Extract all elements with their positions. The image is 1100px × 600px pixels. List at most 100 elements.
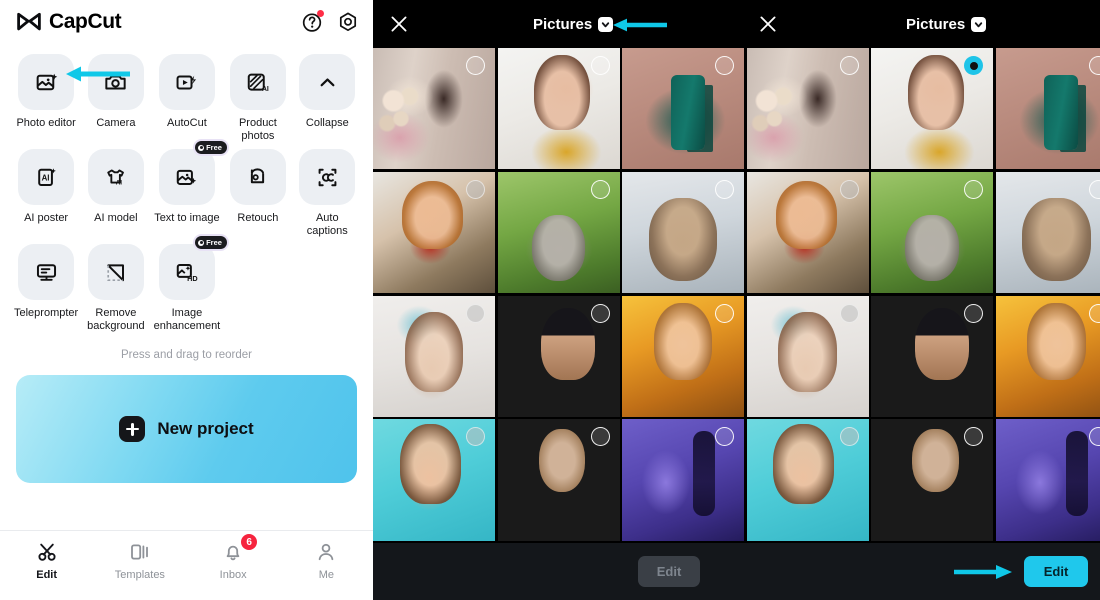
- tool-label: Teleprompter: [14, 307, 79, 319]
- templates-icon: [127, 539, 153, 565]
- photo-checkbox[interactable]: [715, 303, 734, 323]
- photo-cell[interactable]: [622, 171, 744, 293]
- help-icon[interactable]: [301, 10, 324, 33]
- tool-label: Retouch: [237, 212, 279, 224]
- auto-captions-icon: [299, 149, 356, 205]
- photo-thumbnail: [995, 419, 1100, 541]
- ai-poster-icon: AI: [18, 149, 75, 205]
- tool-ai-poster[interactable]: AI AI poster: [14, 145, 78, 238]
- ai-model-icon: AI: [87, 149, 144, 205]
- tool-photo-editor[interactable]: Photo editor: [14, 50, 78, 143]
- photo-checkbox[interactable]: [466, 56, 485, 75]
- picker-header: Pictures Pictures: [373, 0, 1100, 48]
- photo-checkbox[interactable]: [964, 303, 983, 323]
- pictures-dropdown-2[interactable]: Pictures: [906, 0, 987, 48]
- header-actions: [301, 10, 359, 33]
- new-project-button[interactable]: New project: [16, 375, 357, 483]
- photo-cell[interactable]: [871, 419, 993, 541]
- photo-cell[interactable]: [871, 48, 993, 170]
- free-badge-dot: [198, 239, 205, 246]
- photo-cell[interactable]: [497, 171, 620, 293]
- brand: CapCut: [16, 10, 122, 34]
- photo-checkbox[interactable]: [466, 179, 485, 199]
- photo-cell[interactable]: [622, 48, 744, 170]
- photo-cell[interactable]: [373, 419, 495, 541]
- tab-label: Me: [318, 569, 335, 581]
- photo-cell[interactable]: [497, 295, 620, 417]
- chevron-down-icon: [598, 16, 614, 32]
- tool-auto-captions[interactable]: Auto captions: [296, 145, 359, 238]
- photo-checkbox[interactable]: [839, 427, 859, 447]
- photo-cell[interactable]: [497, 48, 620, 170]
- tool-teleprompter[interactable]: Teleprompter: [14, 240, 78, 333]
- camera-icon: [87, 54, 144, 110]
- inbox-badge: 6: [241, 534, 258, 550]
- photo-checkbox[interactable]: [839, 303, 859, 323]
- edit-button-disabled[interactable]: Edit: [638, 556, 700, 587]
- tab-edit[interactable]: Edit: [0, 539, 93, 581]
- tool-collapse[interactable]: Collapse: [296, 50, 359, 143]
- bottom-tab-bar: Edit Templates 6 Inbox Me: [0, 530, 373, 600]
- retouch-icon: [229, 149, 286, 205]
- photo-checkbox[interactable]: [839, 179, 859, 199]
- image-enhancement-icon: Free HD: [158, 236, 227, 300]
- tool-retouch[interactable]: Retouch: [226, 145, 289, 238]
- tool-grid: Photo editor Camera AutoCut AI Product p…: [0, 44, 373, 333]
- close-icon[interactable]: [758, 14, 778, 34]
- tool-image-enhancement[interactable]: Free HD Image enhancement: [153, 236, 227, 333]
- photo-cell[interactable]: [746, 295, 869, 417]
- tool-text-to-image[interactable]: Free Text to image: [154, 141, 227, 238]
- photo-cell[interactable]: [995, 295, 1100, 417]
- photo-checkbox[interactable]: [715, 56, 734, 75]
- tool-camera[interactable]: Camera: [84, 50, 147, 143]
- edit-button-primary[interactable]: Edit: [1024, 556, 1088, 587]
- photo-checkbox[interactable]: [839, 56, 859, 75]
- notification-dot: [317, 10, 324, 17]
- photo-cell[interactable]: [995, 48, 1100, 170]
- photo-cell[interactable]: [622, 295, 744, 417]
- picture-picker-panel: Pictures Pictures Edit Edit: [373, 0, 1100, 600]
- photo-cell[interactable]: [373, 171, 495, 293]
- photo-checkbox[interactable]: [715, 179, 734, 199]
- scissors-icon: [34, 539, 60, 565]
- tool-ai-model[interactable]: AI AI model: [84, 145, 147, 238]
- photo-checkbox-selected[interactable]: [964, 56, 983, 75]
- photo-cell[interactable]: [746, 48, 869, 170]
- screen-root: CapCut Photo editor Camera AutoCut AI Pr…: [0, 0, 1100, 600]
- settings-gear-icon[interactable]: [337, 11, 359, 33]
- photo-checkbox[interactable]: [964, 179, 983, 199]
- tab-inbox[interactable]: 6 Inbox: [187, 534, 280, 581]
- tool-label: Camera: [96, 117, 136, 129]
- plus-icon: [119, 416, 146, 442]
- photo-cell[interactable]: [373, 48, 495, 170]
- free-badge: Free: [195, 236, 227, 249]
- photo-grid: [373, 48, 1100, 543]
- photo-checkbox[interactable]: [590, 179, 610, 199]
- photo-cell[interactable]: [995, 171, 1100, 293]
- photo-checkbox[interactable]: [590, 427, 610, 447]
- tab-label: Inbox: [219, 569, 247, 581]
- photo-cell[interactable]: [995, 419, 1100, 541]
- tool-product-photos[interactable]: AI Product photos: [226, 50, 289, 143]
- photo-cell[interactable]: [746, 419, 869, 541]
- tab-templates[interactable]: Templates: [93, 539, 186, 581]
- tool-label: Image enhancement: [153, 307, 221, 332]
- photo-cell[interactable]: [871, 171, 993, 293]
- tool-autocut[interactable]: AutoCut: [154, 50, 221, 143]
- svg-text:HD: HD: [188, 274, 199, 283]
- tool-remove-background[interactable]: Remove background: [84, 240, 147, 333]
- photo-cell[interactable]: [497, 419, 620, 541]
- tool-label: Remove background: [87, 307, 145, 332]
- photo-cell[interactable]: [622, 419, 744, 541]
- photo-checkbox[interactable]: [590, 56, 610, 75]
- pictures-dropdown-1[interactable]: Pictures: [533, 0, 614, 48]
- photo-checkbox[interactable]: [590, 303, 610, 323]
- photo-checkbox[interactable]: [466, 303, 485, 323]
- text-to-image-icon: Free: [158, 141, 227, 205]
- photo-cell[interactable]: [746, 171, 869, 293]
- close-icon[interactable]: [389, 14, 409, 34]
- tab-me[interactable]: Me: [280, 539, 373, 581]
- autocut-icon: [158, 54, 215, 110]
- photo-cell[interactable]: [871, 295, 993, 417]
- photo-cell[interactable]: [373, 295, 495, 417]
